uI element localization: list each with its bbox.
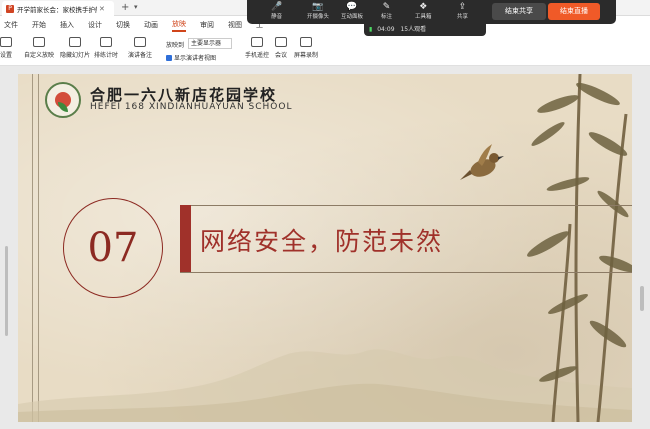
bamboo-painting xyxy=(527,74,632,422)
document-tab-title: 开学前家长会：家校携手护航 xyxy=(17,5,97,14)
meeting-icon xyxy=(275,37,287,47)
powerpoint-icon: P xyxy=(6,4,14,13)
pen-icon: ✎ xyxy=(382,2,391,12)
menu-review[interactable]: 审阅 xyxy=(200,20,214,30)
new-tab-icon[interactable]: + xyxy=(121,2,129,13)
school-name-english: HEFEI 168 XINDIANHUAYUAN SCHOOL xyxy=(90,102,293,112)
menu-animations[interactable]: 动画 xyxy=(144,20,158,30)
phone-remote-button[interactable]: 手机遥控 xyxy=(245,37,269,59)
left-scrollbar[interactable] xyxy=(5,246,8,336)
menu-slideshow[interactable]: 放映 xyxy=(172,19,186,32)
screen-record-icon xyxy=(300,37,312,47)
live-status-bar: ▮ 04:09 15人观看 xyxy=(364,24,486,36)
viewer-count: 15人观看 xyxy=(400,26,427,33)
rehearse-timing-button[interactable]: 排练计时 xyxy=(94,37,118,59)
custom-show-icon xyxy=(33,37,45,47)
menu-view[interactable]: 视图 xyxy=(228,20,242,30)
chat-panel-icon: 💬 xyxy=(346,2,358,12)
share-button[interactable]: ⇪ 共享 xyxy=(457,2,468,20)
close-tab-icon[interactable]: ✕ xyxy=(99,5,105,13)
title-bottom-rule xyxy=(180,272,632,273)
settings-icon xyxy=(0,37,12,47)
toolbox-icon: ❖ xyxy=(419,2,428,12)
camera-button[interactable]: 📷 开摄像头 xyxy=(307,2,329,20)
school-logo xyxy=(45,82,81,118)
menu-design[interactable]: 设计 xyxy=(88,20,102,30)
display-select[interactable]: 主要显示器 xyxy=(188,38,232,49)
toolbox-button[interactable]: ❖ 工具箱 xyxy=(415,2,432,20)
meeting-button[interactable]: 会议 xyxy=(275,37,287,59)
ribbon-toolbar: 设置 自定义放映 隐藏幻灯片 排练计时 演讲备注 手机遥控 会议 屏幕录制 xyxy=(0,34,650,66)
annotate-button[interactable]: ✎ 标注 xyxy=(381,2,392,20)
hide-slide-button[interactable]: 隐藏幻灯片 xyxy=(60,37,90,59)
section-number: 07 xyxy=(87,225,139,271)
rehearse-timing-icon xyxy=(100,37,112,47)
display-label: 放映到 xyxy=(166,42,185,49)
checkbox-checked-icon xyxy=(166,54,172,61)
phone-remote-icon xyxy=(251,37,263,47)
setup-button[interactable]: 设置 xyxy=(0,37,12,59)
live-duration: 04:09 xyxy=(377,26,395,33)
speaker-notes-button[interactable]: 演讲备注 xyxy=(128,37,152,59)
microphone-icon: 🎤 xyxy=(271,2,283,12)
bird-painting xyxy=(460,144,504,180)
hide-slide-icon xyxy=(69,37,81,47)
title-top-rule xyxy=(180,205,632,206)
end-live-button[interactable]: 结束直播 xyxy=(548,3,600,20)
screen-record-button[interactable]: 屏幕录制 xyxy=(294,37,318,59)
presenter-view-label: 显示演讲者视图 xyxy=(174,55,217,62)
custom-show-button[interactable]: 自定义放映 xyxy=(24,37,54,59)
camera-off-icon: 📷 xyxy=(312,2,324,12)
speaker-notes-icon xyxy=(134,37,146,47)
section-title: 网络安全，防范未然 xyxy=(200,227,444,256)
signal-icon: ▮ xyxy=(369,26,373,33)
title-accent-bar xyxy=(180,205,191,272)
menu-transitions[interactable]: 切换 xyxy=(116,20,130,30)
menu-home[interactable]: 开始 xyxy=(32,20,46,30)
document-tab[interactable]: P 开学前家长会：家校携手护航 ✕ xyxy=(2,1,114,16)
slide-canvas: 合肥一六八新店花园学校 HEFEI 168 XINDIANHUAYUAN SCH… xyxy=(18,74,632,422)
menu-file[interactable]: 文件 xyxy=(4,20,18,30)
right-scrollbar[interactable] xyxy=(640,286,644,311)
mute-button[interactable]: 🎤 静音 xyxy=(271,2,282,20)
share-icon: ⇪ xyxy=(458,2,467,12)
presenter-view-checkbox[interactable]: 显示演讲者视图 xyxy=(166,53,216,62)
end-share-button[interactable]: 结束共享 xyxy=(492,3,546,20)
chevron-down-icon[interactable]: ▾ xyxy=(134,3,138,11)
interaction-panel-button[interactable]: 💬 互动面板 xyxy=(341,2,363,20)
menu-insert[interactable]: 插入 xyxy=(60,20,74,30)
